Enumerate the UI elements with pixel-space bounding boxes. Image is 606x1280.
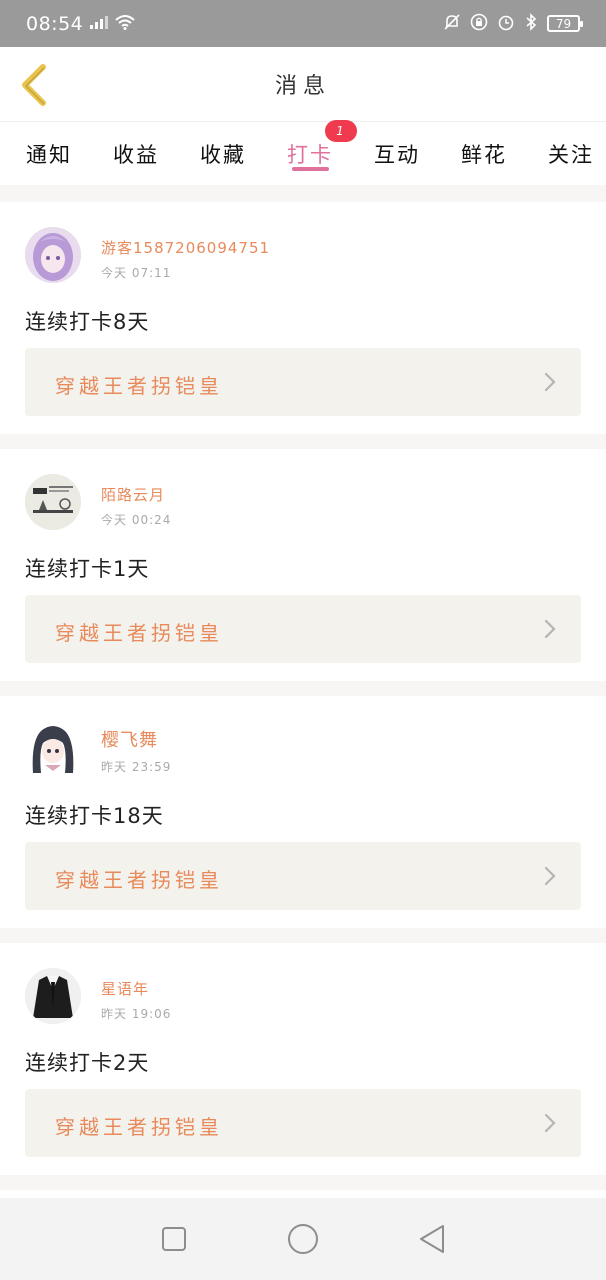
list-item: 游客1587206094751 今天 07:11 连续打卡8天 穿越王者拐铠皇 <box>0 202 606 434</box>
book-link[interactable]: 穿越王者拐铠皇 <box>25 595 581 663</box>
wifi-icon <box>115 14 135 34</box>
page-title: 消息 <box>274 74 331 99</box>
list-item: 陌路云月 今天 00:24 连续打卡1天 穿越王者拐铠皇 <box>0 449 606 681</box>
recent-apps-button[interactable] <box>154 1219 194 1259</box>
bluetooth-icon <box>524 12 538 35</box>
list-item: 星语年 昨天 19:06 连续打卡2天 穿越王者拐铠皇 <box>0 943 606 1175</box>
tab-flowers[interactable]: 鲜花 <box>461 122 507 186</box>
message-text: 连续打卡2天 <box>25 1051 150 1075</box>
chevron-right-icon <box>544 1113 556 1133</box>
back-button[interactable] <box>14 63 54 107</box>
tab-label: 收益 <box>113 142 159 167</box>
tab-label: 互动 <box>374 142 420 167</box>
header: 消息 <box>0 47 606 121</box>
chevron-right-icon <box>544 372 556 392</box>
avatar[interactable] <box>25 227 81 283</box>
avatar[interactable] <box>25 968 81 1024</box>
circle-icon <box>287 1224 318 1254</box>
home-button[interactable] <box>283 1219 323 1259</box>
alarm-icon <box>497 13 515 35</box>
username[interactable]: 星语年 <box>101 978 149 999</box>
tab-label: 关注 <box>548 142 594 167</box>
username[interactable]: 游客1587206094751 <box>101 237 270 258</box>
chevron-left-icon <box>22 64 46 106</box>
tab-label: 鲜花 <box>461 142 507 167</box>
status-time: 08:54 <box>26 12 84 35</box>
tab-checkin[interactable]: 打卡 1 <box>287 119 357 186</box>
chevron-right-icon <box>544 866 556 886</box>
square-icon <box>162 1227 187 1251</box>
book-title: 穿越王者拐铠皇 <box>55 868 223 892</box>
tab-favorites[interactable]: 收藏 <box>200 122 246 186</box>
username[interactable]: 陌路云月 <box>101 484 165 505</box>
back-nav-button[interactable] <box>412 1219 452 1259</box>
tab-notice[interactable]: 通知 <box>26 122 72 186</box>
battery-icon: 79 <box>547 15 583 32</box>
timestamp: 昨天 23:59 <box>101 760 172 774</box>
timestamp: 今天 07:11 <box>101 266 172 280</box>
book-link[interactable]: 穿越王者拐铠皇 <box>25 842 581 910</box>
message-text: 连续打卡18天 <box>25 804 164 828</box>
tab-label: 收藏 <box>200 142 246 167</box>
signal-icon <box>89 14 109 34</box>
book-title: 穿越王者拐铠皇 <box>55 1115 223 1139</box>
message-text: 连续打卡8天 <box>25 310 150 334</box>
book-title: 穿越王者拐铠皇 <box>55 374 223 398</box>
status-right: 79 <box>443 12 583 35</box>
book-title: 穿越王者拐铠皇 <box>55 621 223 645</box>
book-link[interactable]: 穿越王者拐铠皇 <box>25 348 581 416</box>
chevron-right-icon <box>544 619 556 639</box>
triangle-back-icon <box>419 1225 444 1253</box>
timestamp: 昨天 19:06 <box>101 1007 172 1021</box>
tab-earnings[interactable]: 收益 <box>113 122 159 186</box>
tab-label: 通知 <box>26 142 72 167</box>
avatar[interactable] <box>25 721 81 777</box>
status-bar: 08:54 79 <box>0 0 606 47</box>
tab-interaction[interactable]: 互动 <box>374 122 420 186</box>
book-link[interactable]: 穿越王者拐铠皇 <box>25 1089 581 1157</box>
lock-icon <box>470 13 488 35</box>
timestamp: 今天 00:24 <box>101 513 172 527</box>
username[interactable]: 樱飞舞 <box>101 726 158 752</box>
system-nav-bar <box>0 1198 606 1280</box>
avatar[interactable] <box>25 474 81 530</box>
tab-bar: 通知 收益 收藏 打卡 1 互动 鲜花 关注 <box>0 119 606 186</box>
list-item: 樱飞舞 昨天 23:59 连续打卡18天 穿越王者拐铠皇 <box>0 696 606 928</box>
message-text: 连续打卡1天 <box>25 557 150 581</box>
tab-label: 打卡 <box>287 142 333 167</box>
unread-badge: 1 <box>325 119 357 142</box>
mute-icon <box>443 13 461 35</box>
status-left: 08:54 <box>26 13 135 35</box>
tab-follow[interactable]: 关注 <box>548 122 594 186</box>
